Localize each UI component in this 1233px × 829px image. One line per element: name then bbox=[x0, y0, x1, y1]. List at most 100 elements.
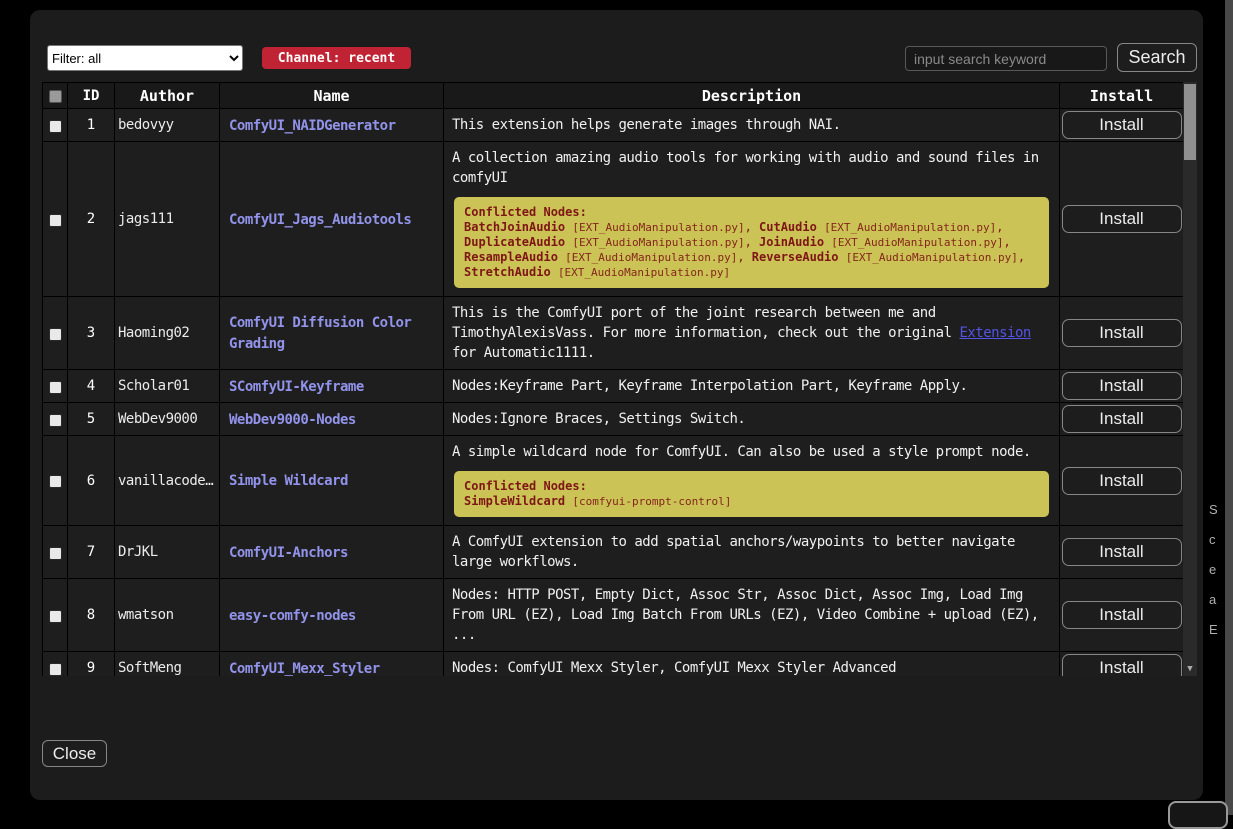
install-button[interactable]: Install bbox=[1062, 111, 1182, 139]
conflict-box: Conflicted Nodes:SimpleWildcard [comfyui… bbox=[454, 471, 1049, 517]
node-name-link[interactable]: WebDev9000-Nodes bbox=[229, 412, 356, 428]
search-input[interactable] bbox=[905, 46, 1107, 71]
row-id: 3 bbox=[68, 297, 115, 370]
select-all-checkbox[interactable] bbox=[49, 90, 62, 103]
row-checkbox-cell bbox=[43, 436, 68, 526]
background-ui-fragment: e bbox=[1209, 562, 1224, 577]
row-checkbox-cell bbox=[43, 652, 68, 677]
row-name-cell: ComfyUI-Anchors bbox=[220, 526, 444, 579]
row-checkbox-cell bbox=[43, 297, 68, 370]
node-name-link[interactable]: ComfyUI Diffusion Color Grading bbox=[229, 315, 411, 352]
row-id: 8 bbox=[68, 579, 115, 652]
row-author: Scholar01 bbox=[115, 370, 220, 403]
node-name-link[interactable]: Simple Wildcard bbox=[229, 473, 348, 489]
row-description: This extension helps generate images thr… bbox=[444, 109, 1060, 142]
row-description: Nodes:Ignore Braces, Settings Switch. bbox=[444, 403, 1060, 436]
custom-nodes-dialog: Filter: all Channel: recent Search ID Au… bbox=[30, 10, 1203, 800]
conflict-items: BatchJoinAudio [EXT_AudioManipulation.py… bbox=[464, 220, 1039, 280]
row-description: Nodes: HTTP POST, Empty Dict, Assoc Str,… bbox=[444, 579, 1060, 652]
channel-badge: Channel: recent bbox=[262, 47, 411, 69]
header-install: Install bbox=[1060, 83, 1184, 109]
node-name-link[interactable]: easy-comfy-nodes bbox=[229, 608, 356, 624]
row-install-cell: Install bbox=[1060, 526, 1184, 579]
close-button[interactable]: Close bbox=[42, 740, 107, 767]
node-name-link[interactable]: ComfyUI-Anchors bbox=[229, 545, 348, 561]
row-author: bedovyy bbox=[115, 109, 220, 142]
install-button[interactable]: Install bbox=[1062, 319, 1182, 347]
row-author: Haoming02 bbox=[115, 297, 220, 370]
row-description: This is the ComfyUI port of the joint re… bbox=[444, 297, 1060, 370]
row-name-cell: WebDev9000-Nodes bbox=[220, 403, 444, 436]
install-button[interactable]: Install bbox=[1062, 372, 1182, 400]
row-install-cell: Install bbox=[1060, 297, 1184, 370]
search-button[interactable]: Search bbox=[1117, 43, 1197, 72]
row-checkbox[interactable] bbox=[49, 663, 62, 676]
row-install-cell: Install bbox=[1060, 109, 1184, 142]
table-header-row: ID Author Name Description Install bbox=[43, 83, 1184, 109]
conflict-title: Conflicted Nodes: bbox=[464, 205, 1039, 220]
row-author: wmatson bbox=[115, 579, 220, 652]
node-name-link[interactable]: ComfyUI_Jags_Audiotools bbox=[229, 212, 411, 228]
install-button[interactable]: Install bbox=[1062, 538, 1182, 566]
row-id: 4 bbox=[68, 370, 115, 403]
row-install-cell: Install bbox=[1060, 579, 1184, 652]
install-button[interactable]: Install bbox=[1062, 601, 1182, 629]
partial-background-button bbox=[1168, 801, 1228, 829]
header-name: Name bbox=[220, 83, 444, 109]
background-ui-fragment: S bbox=[1209, 502, 1224, 517]
header-checkbox-cell bbox=[43, 83, 68, 109]
scrollbar-down-arrow[interactable]: ▼ bbox=[1183, 663, 1197, 675]
row-author: SoftMeng bbox=[115, 652, 220, 677]
conflict-box: Conflicted Nodes:BatchJoinAudio [EXT_Aud… bbox=[454, 197, 1049, 288]
row-name-cell: ComfyUI Diffusion Color Grading bbox=[220, 297, 444, 370]
inline-link[interactable]: Extension bbox=[959, 325, 1030, 341]
row-checkbox-cell bbox=[43, 403, 68, 436]
row-checkbox[interactable] bbox=[49, 381, 62, 394]
node-name-link[interactable]: SComfyUI-Keyframe bbox=[229, 379, 364, 395]
row-checkbox[interactable] bbox=[49, 547, 62, 560]
table-row: 6 vanillacode314 Simple Wildcard A simpl… bbox=[43, 436, 1184, 526]
table-row: 3 Haoming02 ComfyUI Diffusion Color Grad… bbox=[43, 297, 1184, 370]
install-button[interactable]: Install bbox=[1062, 467, 1182, 495]
table-row: 8 wmatson easy-comfy-nodes Nodes: HTTP P… bbox=[43, 579, 1184, 652]
table-row: 7 DrJKL ComfyUI-Anchors A ComfyUI extens… bbox=[43, 526, 1184, 579]
node-name-link[interactable]: ComfyUI_Mexx_Styler bbox=[229, 661, 380, 677]
install-button[interactable]: Install bbox=[1062, 654, 1182, 676]
conflict-items: SimpleWildcard [comfyui-prompt-control] bbox=[464, 494, 1039, 509]
node-name-link[interactable]: ComfyUI_NAIDGenerator bbox=[229, 118, 396, 134]
row-name-cell: easy-comfy-nodes bbox=[220, 579, 444, 652]
header-description: Description bbox=[444, 83, 1060, 109]
row-install-cell: Install bbox=[1060, 436, 1184, 526]
row-description: Nodes:Keyframe Part, Keyframe Interpolat… bbox=[444, 370, 1060, 403]
row-id: 6 bbox=[68, 436, 115, 526]
row-id: 2 bbox=[68, 142, 115, 297]
table-row: 1 bedovyy ComfyUI_NAIDGenerator This ext… bbox=[43, 109, 1184, 142]
table-scrollbar-thumb[interactable] bbox=[1184, 84, 1196, 160]
conflict-title: Conflicted Nodes: bbox=[464, 479, 1039, 494]
row-checkbox[interactable] bbox=[49, 414, 62, 427]
page-scrollbar[interactable] bbox=[1225, 0, 1233, 815]
table-row: 9 SoftMeng ComfyUI_Mexx_Styler Nodes: Co… bbox=[43, 652, 1184, 677]
table-row: 2 jags111 ComfyUI_Jags_Audiotools A coll… bbox=[43, 142, 1184, 297]
row-checkbox[interactable] bbox=[49, 328, 62, 341]
filter-select[interactable]: Filter: all bbox=[47, 45, 243, 71]
table-scrollbar[interactable]: ▼ bbox=[1183, 82, 1197, 676]
row-name-cell: ComfyUI_NAIDGenerator bbox=[220, 109, 444, 142]
table-row: 4 Scholar01 SComfyUI-Keyframe Nodes:Keyf… bbox=[43, 370, 1184, 403]
row-description: A ComfyUI extension to add spatial ancho… bbox=[444, 526, 1060, 579]
row-checkbox[interactable] bbox=[49, 610, 62, 623]
row-checkbox[interactable] bbox=[49, 475, 62, 488]
background-ui-fragment: E bbox=[1209, 622, 1224, 637]
background-ui-fragment: a bbox=[1209, 592, 1224, 607]
row-description: A collection amazing audio tools for wor… bbox=[444, 142, 1060, 297]
row-checkbox[interactable] bbox=[49, 214, 62, 227]
row-checkbox-cell bbox=[43, 526, 68, 579]
header-id: ID bbox=[68, 83, 115, 109]
row-name-cell: ComfyUI_Jags_Audiotools bbox=[220, 142, 444, 297]
row-checkbox[interactable] bbox=[49, 120, 62, 133]
install-button[interactable]: Install bbox=[1062, 205, 1182, 233]
row-install-cell: Install bbox=[1060, 142, 1184, 297]
install-button[interactable]: Install bbox=[1062, 405, 1182, 433]
row-name-cell: SComfyUI-Keyframe bbox=[220, 370, 444, 403]
row-install-cell: Install bbox=[1060, 403, 1184, 436]
